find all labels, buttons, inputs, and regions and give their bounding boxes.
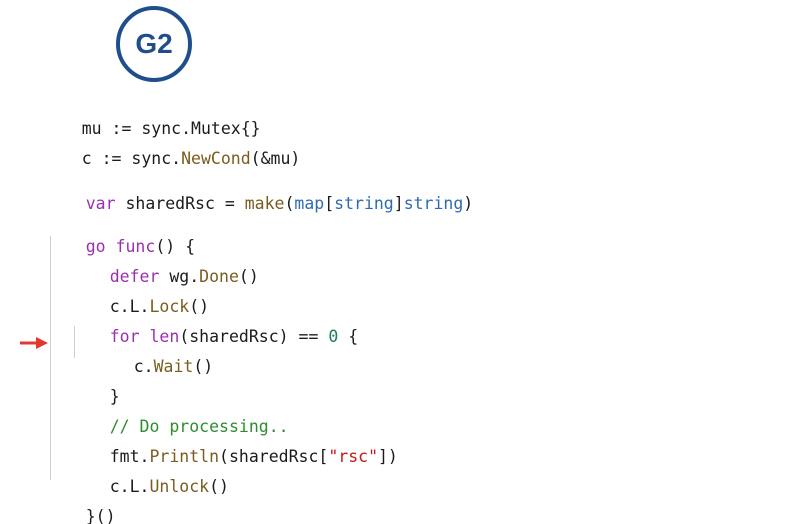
code-line-12: c.L.Unlock() xyxy=(70,451,229,496)
code-token: c := sync. xyxy=(81,149,182,168)
code-line-3: var sharedRsc = make(map[string]string) xyxy=(46,168,473,213)
code-token: () xyxy=(238,267,259,286)
g2-badge: G2 xyxy=(116,6,192,82)
code-token: () xyxy=(193,357,214,376)
right-arrow-icon xyxy=(20,337,48,349)
code-token: make xyxy=(244,194,285,213)
code-line-10: // Do processing.. xyxy=(70,391,289,436)
code-token: }() xyxy=(85,507,116,524)
code-token: { xyxy=(338,327,359,346)
code-line-5: defer wg.Done() xyxy=(70,241,259,286)
code-token: Unlock xyxy=(149,477,210,496)
badge-label: G2 xyxy=(135,28,173,59)
code-token: c.L. xyxy=(109,477,150,496)
code-token: ] xyxy=(393,194,404,213)
code-token: (&mu) xyxy=(250,149,301,168)
code-line-11: fmt.Println(sharedRsc["rsc"]) xyxy=(70,421,398,466)
code-token: string xyxy=(403,194,464,213)
code-token: NewCond xyxy=(181,149,251,168)
code-line-6: c.L.Lock() xyxy=(70,271,209,316)
code-token: Wait xyxy=(153,357,194,376)
code-token: c. xyxy=(133,357,154,376)
code-token: ]) xyxy=(378,447,398,466)
code-token: [ xyxy=(324,194,335,213)
code-line-4: go func() { xyxy=(46,211,195,256)
indent-guide xyxy=(74,326,75,358)
code-token: string xyxy=(334,194,394,213)
indent-guide xyxy=(50,236,51,480)
code-token: 0 xyxy=(328,327,339,346)
code-token: map xyxy=(294,194,325,213)
code-line-1: mu := sync.Mutex{} xyxy=(42,93,261,138)
code-token: (sharedRsc[ xyxy=(219,447,329,466)
code-line-9: } xyxy=(70,361,120,406)
code-token: ( xyxy=(284,194,295,213)
code-line-2: c := sync.NewCond(&mu) xyxy=(42,123,301,168)
code-line-7: for len(sharedRsc) == 0 { xyxy=(70,301,358,346)
code-token: ) xyxy=(463,194,474,213)
code-token: () xyxy=(209,477,229,496)
code-line-8: c.Wait() xyxy=(94,331,214,376)
code-block: mu := sync.Mutex{} c := sync.NewCond(&mu… xyxy=(0,0,473,524)
code-line-13: }() xyxy=(46,481,116,524)
code-token: "rsc" xyxy=(328,447,378,466)
